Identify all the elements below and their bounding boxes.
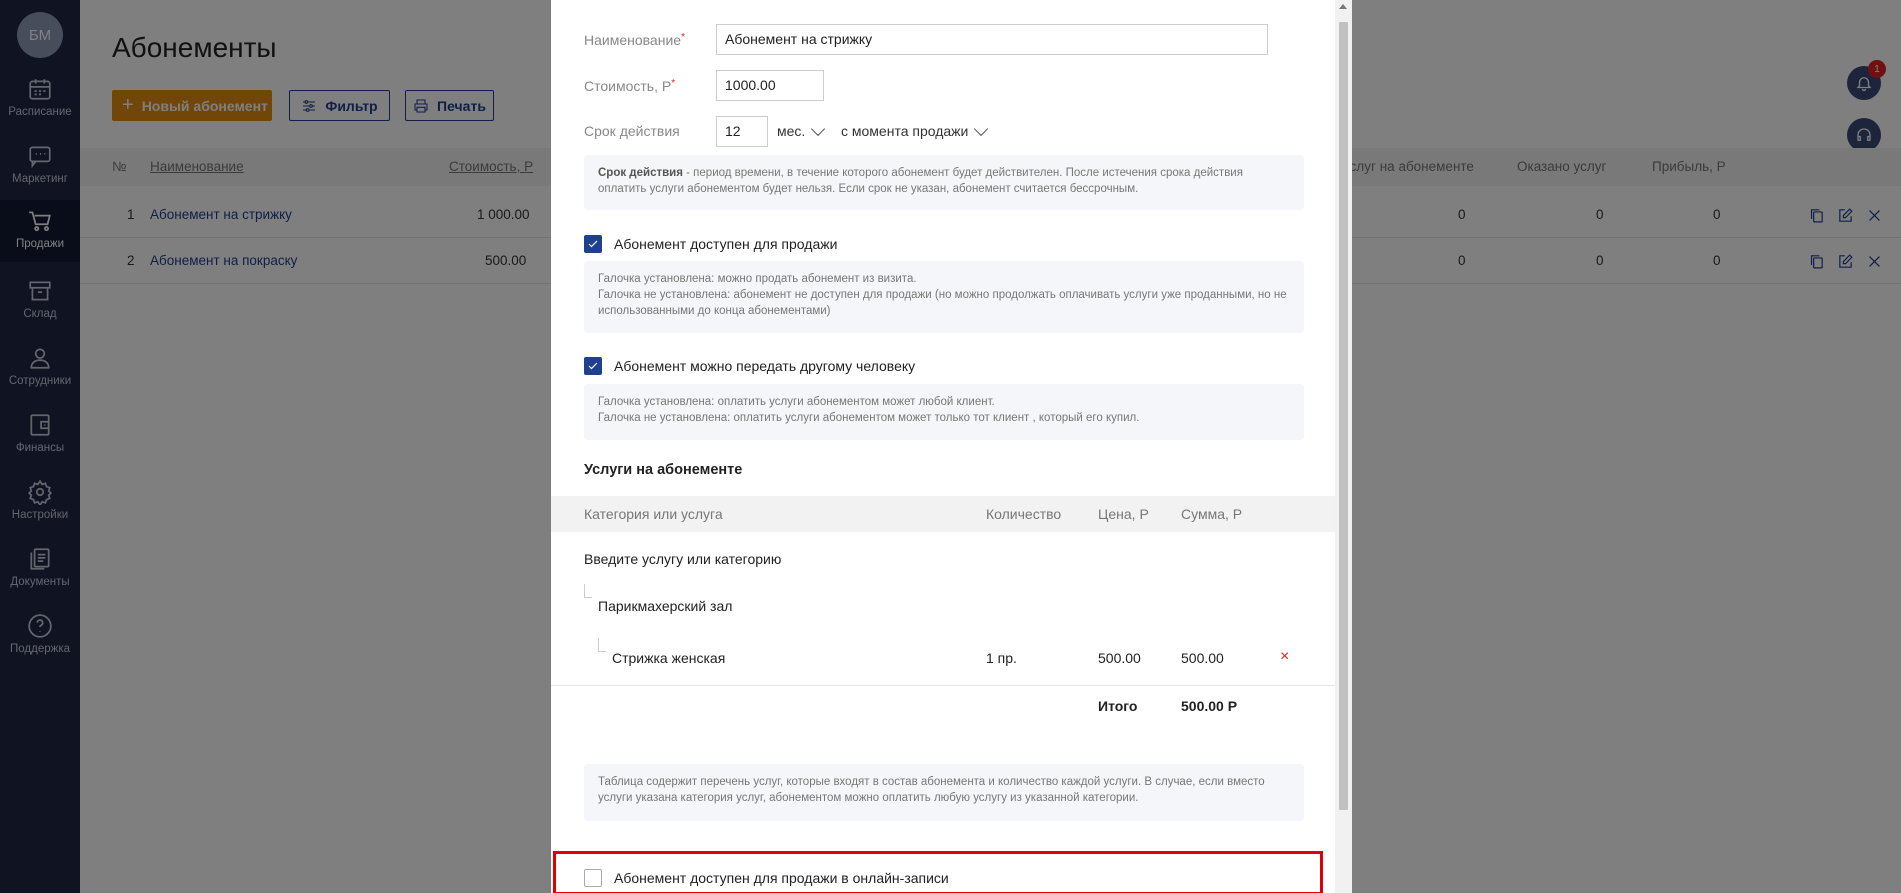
service-name: Стрижка женская bbox=[612, 650, 726, 666]
category-name: Парикмахерский зал bbox=[598, 598, 733, 614]
sale-checkbox-label: Абонемент доступен для продажи bbox=[614, 236, 838, 252]
scroll-up-arrow-icon[interactable] bbox=[1339, 4, 1347, 9]
services-info-box: Таблица содержит перечень услуг, которые… bbox=[584, 764, 1304, 821]
sale-info-line-1: Галочка установлена: можно продать абоне… bbox=[598, 273, 917, 285]
term-start-select[interactable]: с момента продажи bbox=[841, 121, 989, 139]
add-service-input[interactable]: Введите услугу или категорию bbox=[584, 551, 781, 567]
name-input[interactable]: Абонемент на стрижку bbox=[716, 24, 1268, 55]
modal-scrollbar[interactable] bbox=[1335, 0, 1352, 893]
transfer-checkbox-label: Абонемент можно передать другому человек… bbox=[614, 358, 916, 374]
services-section-title: Услуги на абонементе bbox=[584, 462, 743, 478]
remove-service-icon[interactable]: × bbox=[1280, 648, 1289, 666]
column-category: Категория или услуга bbox=[584, 506, 723, 522]
term-input[interactable]: 12 bbox=[716, 116, 768, 147]
check-icon bbox=[588, 240, 598, 248]
transfer-checkbox-row[interactable]: Абонемент можно передать другому человек… bbox=[584, 357, 915, 375]
transfer-info-line-1: Галочка установлена: оплатить услуги або… bbox=[598, 396, 995, 408]
subscription-edit-modal: Наименование* Абонемент на стрижку Стоим… bbox=[551, 0, 1352, 893]
sale-checkbox[interactable] bbox=[584, 235, 602, 253]
term-label: Срок действия bbox=[584, 123, 680, 139]
transfer-info-line-2: Галочка не установлена: оплатить услуги … bbox=[598, 412, 1140, 424]
chevron-down-icon bbox=[974, 121, 989, 137]
services-table-header: Категория или услуга Количество Цена, Р … bbox=[551, 496, 1336, 532]
sale-info-line-2: Галочка не установлена: абонемент не дос… bbox=[598, 289, 1287, 317]
scroll-thumb[interactable] bbox=[1339, 22, 1348, 810]
transfer-checkbox[interactable] bbox=[584, 357, 602, 375]
tree-connector bbox=[598, 638, 606, 652]
column-sum: Сумма, Р bbox=[1181, 506, 1243, 522]
price-label: Стоимость, Р* bbox=[584, 78, 676, 94]
column-quantity: Количество bbox=[986, 506, 1062, 522]
tree-connector bbox=[584, 584, 592, 598]
term-info-text: - период времени, в течение которого або… bbox=[598, 167, 1243, 195]
highlight-box bbox=[553, 851, 1323, 893]
transfer-info-box: Галочка установлена: оплатить услуги або… bbox=[584, 384, 1304, 440]
total-label: Итого bbox=[1098, 698, 1138, 714]
check-icon bbox=[588, 362, 598, 370]
sale-checkbox-row[interactable]: Абонемент доступен для продажи bbox=[584, 235, 837, 253]
term-info-bold: Срок действия bbox=[598, 167, 683, 179]
term-unit-value: мес. bbox=[777, 123, 806, 139]
price-input[interactable]: 1000.00 bbox=[716, 70, 824, 101]
service-quantity[interactable]: 1 пр. bbox=[986, 650, 1017, 666]
divider bbox=[551, 685, 1336, 686]
service-price: 500.00 bbox=[1098, 650, 1141, 666]
sale-info-box: Галочка установлена: можно продать абоне… bbox=[584, 261, 1304, 333]
name-label: Наименование* bbox=[584, 32, 685, 48]
service-sum: 500.00 bbox=[1181, 650, 1224, 666]
total-value: 500.00 Р bbox=[1181, 698, 1238, 714]
term-unit-select[interactable]: мес. bbox=[777, 121, 826, 139]
column-unit-price: Цена, Р bbox=[1098, 506, 1149, 522]
term-info-box: Срок действия - период времени, в течени… bbox=[584, 155, 1304, 210]
term-start-value: с момента продажи bbox=[841, 123, 969, 139]
chevron-down-icon bbox=[811, 121, 826, 137]
